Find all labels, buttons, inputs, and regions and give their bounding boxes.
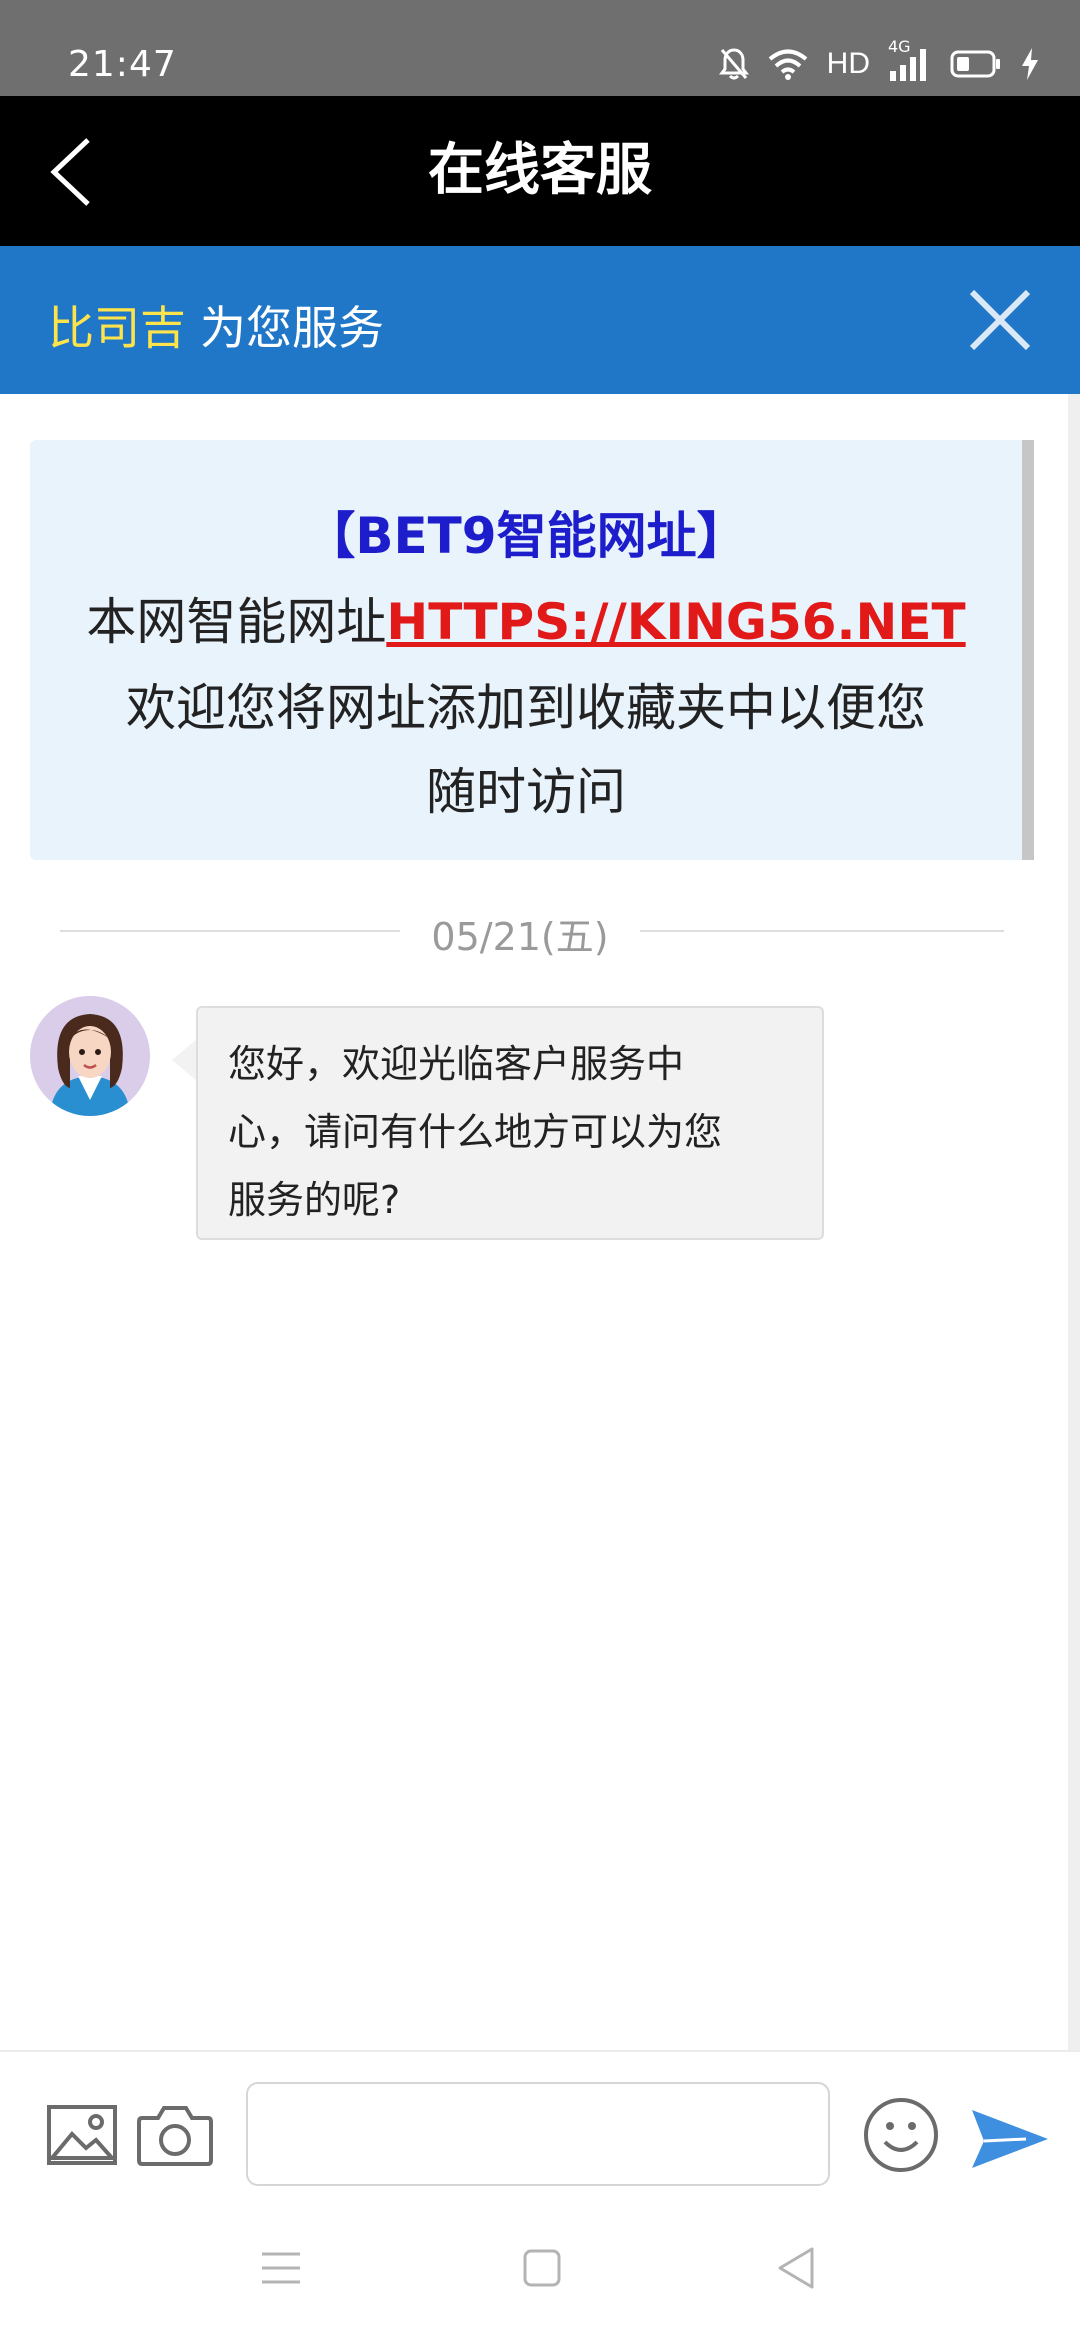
status-time: 21:47: [68, 44, 177, 85]
status-icons: HD 4G: [718, 37, 1040, 84]
notice-url-line: 本网智能网址HTTPS://KING56.NET: [30, 582, 1022, 654]
notice-url-prefix: 本网智能网址: [86, 593, 387, 651]
camera-button[interactable]: [136, 2102, 214, 2168]
emoji-button[interactable]: [862, 2096, 940, 2174]
system-nav-bar: [0, 2200, 1080, 2340]
message-line: 心，请问有什么地方可以为您: [228, 1110, 723, 1154]
chevron-left-icon: [50, 138, 90, 206]
nav-back-button[interactable]: [774, 2244, 818, 2292]
send-button[interactable]: [970, 2106, 1050, 2172]
service-text: 为您服务: [200, 301, 384, 355]
message-input[interactable]: [246, 2082, 830, 2186]
home-icon: [523, 2249, 561, 2287]
notice-title: 【BET9智能网址】: [305, 507, 747, 565]
service-banner: 比司吉 为您服务: [0, 246, 1080, 394]
network-label: 4G: [888, 37, 911, 56]
date-divider: 05/21(五): [60, 900, 1004, 960]
bell-off-icon: [718, 48, 749, 80]
image-button[interactable]: [46, 2104, 118, 2166]
divider-line-right: [640, 930, 1004, 932]
camera-icon: [137, 2106, 213, 2166]
battery-icon: [950, 50, 1000, 78]
input-bar: [0, 2050, 1080, 2200]
emoji-icon: [864, 2098, 938, 2172]
date-label: 05/21(五): [431, 915, 609, 959]
nav-menu-button[interactable]: [258, 2246, 304, 2290]
back-button[interactable]: [36, 130, 116, 210]
notice-url-link[interactable]: HTTPS://KING56.NET: [386, 593, 965, 651]
notice-scrollbar[interactable]: [1022, 440, 1034, 860]
notice-line-3: 欢迎您将网址添加到收藏夹中以便您: [126, 679, 926, 737]
close-button[interactable]: [964, 284, 1036, 356]
message-line: 您好，欢迎光临客户服务中: [228, 1042, 685, 1086]
wifi-icon: [768, 49, 807, 80]
bubble-tail: [172, 1038, 198, 1082]
notice-line-4: 随时访问: [426, 763, 626, 821]
agent-avatar-icon: [30, 996, 150, 1116]
hd-label: HD: [826, 47, 870, 80]
notice-box: 【BET9智能网址】 本网智能网址HTTPS://KING56.NET 欢迎您将…: [30, 440, 1034, 860]
message-line: 服务的呢?: [228, 1178, 401, 1222]
back-triangle-icon: [778, 2247, 814, 2289]
nav-home-button[interactable]: [520, 2246, 564, 2290]
page-title: 在线客服: [428, 138, 652, 203]
image-icon: [47, 2105, 117, 2165]
signal-icon: 4G: [888, 37, 932, 81]
charging-icon: [1022, 48, 1038, 80]
status-bar: 21:47 HD 4G: [0, 0, 1080, 96]
close-icon: [969, 289, 1031, 351]
agent-message-bubble: 您好，欢迎光临客户服务中 心，请问有什么地方可以为您 服务的呢?: [196, 1006, 824, 1240]
app-header: 在线客服: [0, 96, 1080, 246]
agent-avatar: [30, 996, 150, 1116]
page-scrollbar[interactable]: [1068, 394, 1080, 2050]
divider-line-left: [60, 930, 400, 932]
send-icon: [972, 2110, 1048, 2168]
menu-icon: [262, 2252, 300, 2284]
agent-name: 比司吉: [48, 301, 186, 355]
